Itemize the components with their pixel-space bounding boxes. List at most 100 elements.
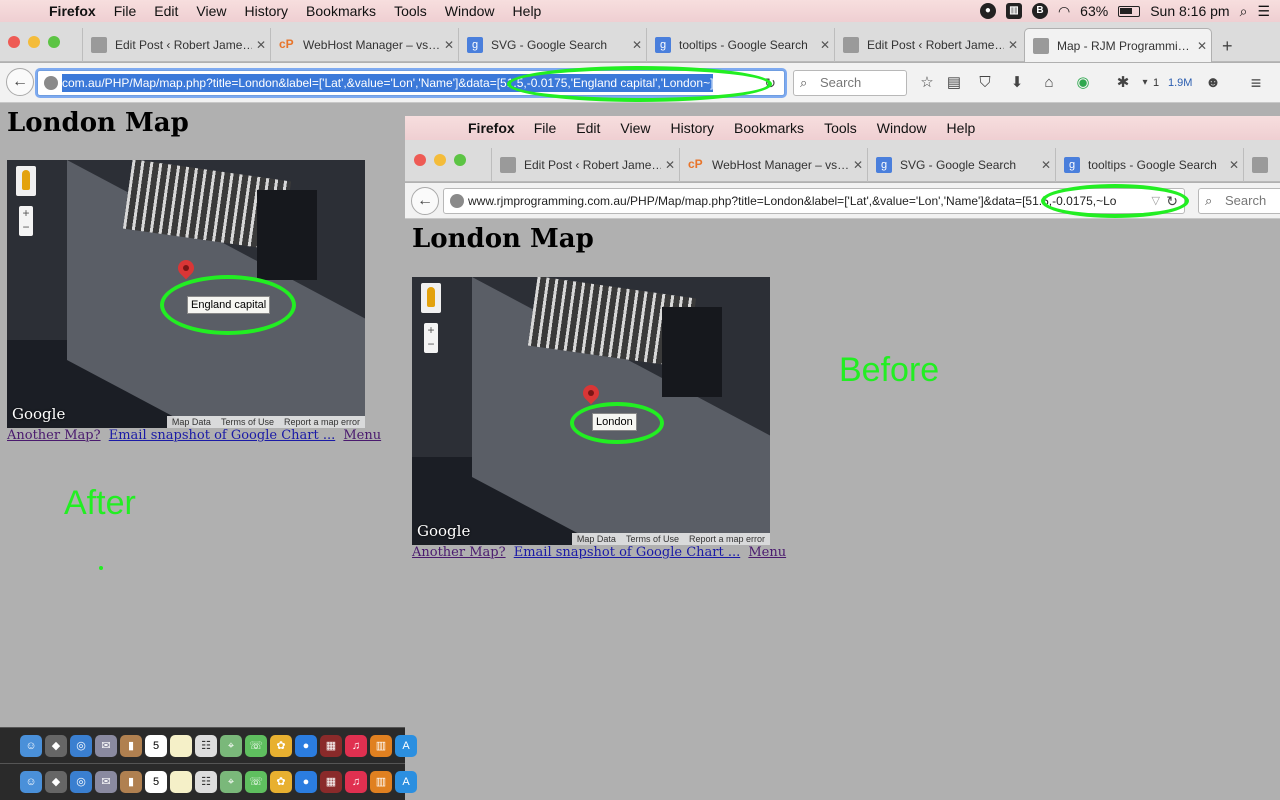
google-logo[interactable]: Google xyxy=(417,522,470,540)
menu-edit[interactable]: Edit xyxy=(145,3,187,19)
app-store-icon[interactable]: A xyxy=(395,771,417,793)
menu-firefox[interactable]: Firefox xyxy=(459,120,524,136)
finder-icon[interactable]: ☺ xyxy=(20,771,42,793)
safari-icon[interactable]: ◎ xyxy=(70,734,92,757)
menu-view[interactable]: View xyxy=(187,3,235,19)
tab-svg-search[interactable]: g SVG - Google Search ✕ xyxy=(458,28,646,62)
chat-icon[interactable]: ☻ xyxy=(1203,73,1223,93)
zoom-window-button[interactable] xyxy=(454,154,466,166)
ibooks-icon[interactable]: ▥ xyxy=(370,771,392,793)
site-info-icon[interactable] xyxy=(44,75,58,90)
email-snapshot-link[interactable]: Email snapshot of Google Chart ... xyxy=(109,428,336,443)
tab-svg-search[interactable]: g SVG - Google Search ✕ xyxy=(867,148,1055,182)
download-icon[interactable]: ⬇ xyxy=(1007,73,1027,93)
back-button[interactable]: ← xyxy=(411,187,439,215)
photos-icon[interactable]: ✿ xyxy=(270,734,292,757)
tab-edit-post-2[interactable]: Edit Post ‹ Robert Jame… ✕ xyxy=(834,28,1022,62)
another-map-link[interactable]: Another Map? xyxy=(7,428,101,443)
contacts-icon[interactable]: ▮ xyxy=(120,734,142,757)
close-window-button[interactable] xyxy=(8,36,20,48)
tab-tooltips-search[interactable]: g tooltips - Google Search ✕ xyxy=(1055,148,1243,182)
zoom-control[interactable]: + − xyxy=(19,206,33,236)
map-data-link[interactable]: Map Data xyxy=(577,534,616,544)
dropdown-icon[interactable]: ▾ xyxy=(1135,73,1155,93)
street-view-pegman-icon[interactable] xyxy=(421,283,441,313)
menu-edit[interactable]: Edit xyxy=(566,120,610,136)
menu-window[interactable]: Window xyxy=(867,120,937,136)
close-tab-icon[interactable]: ✕ xyxy=(816,38,834,52)
terms-of-use-link[interactable]: Terms of Use xyxy=(221,417,274,427)
menu-file[interactable]: File xyxy=(105,3,146,19)
menu-history[interactable]: History xyxy=(235,3,297,19)
close-tab-icon[interactable]: ✕ xyxy=(628,38,646,52)
menu-help[interactable]: Help xyxy=(504,3,551,19)
hamburger-menu-icon[interactable]: ≡ xyxy=(1246,73,1266,93)
close-tab-icon[interactable]: ✕ xyxy=(1193,39,1211,53)
facetime-icon[interactable]: ● xyxy=(295,771,317,793)
app-store-icon[interactable]: A xyxy=(395,734,417,757)
calendar-icon[interactable]: 5 xyxy=(145,771,167,793)
report-map-error-link[interactable]: Report a map error xyxy=(284,417,360,427)
close-tab-icon[interactable]: ✕ xyxy=(1037,158,1055,172)
another-map-link[interactable]: Another Map? xyxy=(412,545,506,560)
tab-partial[interactable] xyxy=(1243,148,1280,182)
tab-edit-post[interactable]: Edit Post ‹ Robert Jame… ✕ xyxy=(491,148,679,182)
notes-icon[interactable] xyxy=(170,771,192,793)
itunes-icon[interactable]: ♫ xyxy=(345,771,367,793)
status-icon-3[interactable]: B xyxy=(1031,3,1048,19)
reading-list-icon[interactable]: ▤ xyxy=(944,73,964,93)
notes-icon[interactable] xyxy=(170,734,192,757)
pocket-icon[interactable]: ⛉ xyxy=(975,73,995,93)
extension-icon[interactable]: ◉ xyxy=(1073,73,1093,93)
search-input[interactable]: ⌕ Search xyxy=(793,70,907,96)
menu-tools[interactable]: Tools xyxy=(385,3,436,19)
menu-link[interactable]: Menu xyxy=(343,428,381,443)
close-tab-icon[interactable]: ✕ xyxy=(440,38,458,52)
itunes-icon[interactable]: ♫ xyxy=(345,734,367,757)
menu-help[interactable]: Help xyxy=(937,120,986,136)
menu-tools[interactable]: Tools xyxy=(814,120,867,136)
minimize-window-button[interactable] xyxy=(434,154,446,166)
google-logo[interactable]: Google xyxy=(12,405,65,423)
zoom-control[interactable]: + − xyxy=(424,323,438,353)
status-icon-1[interactable]: ● xyxy=(979,3,996,19)
minimize-window-button[interactable] xyxy=(28,36,40,48)
maps-icon[interactable]: ⌖ xyxy=(220,771,242,793)
close-tab-icon[interactable]: ✕ xyxy=(1225,158,1243,172)
site-info-icon[interactable] xyxy=(450,193,464,208)
maps-icon[interactable]: ⌖ xyxy=(220,734,242,757)
menu-view[interactable]: View xyxy=(610,120,660,136)
reminders-icon[interactable]: ☷ xyxy=(195,734,217,757)
menu-bookmarks[interactable]: Bookmarks xyxy=(297,3,385,19)
tab-map-active[interactable]: Map - RJM Programmi… ✕ xyxy=(1024,28,1212,62)
menu-history[interactable]: History xyxy=(660,120,724,136)
clock[interactable]: Sun 8:16 pm xyxy=(1150,3,1229,19)
email-snapshot-link[interactable]: Email snapshot of Google Chart ... xyxy=(514,545,741,560)
close-tab-icon[interactable]: ✕ xyxy=(1004,38,1022,52)
notification-center-icon[interactable]: ☰ xyxy=(1257,3,1270,20)
new-tab-button[interactable]: + xyxy=(1222,36,1233,57)
tab-webhost-manager[interactable]: cP WebHost Manager – vs… ✕ xyxy=(270,28,458,62)
search-input[interactable]: ⌕ Search xyxy=(1198,188,1280,214)
map-data-link[interactable]: Map Data xyxy=(172,417,211,427)
report-map-error-link[interactable]: Report a map error xyxy=(689,534,765,544)
menu-firefox[interactable]: Firefox xyxy=(40,3,105,19)
battery-icon[interactable] xyxy=(1118,5,1141,17)
close-tab-icon[interactable]: ✕ xyxy=(661,158,679,172)
bookmark-star-icon[interactable]: ☆ xyxy=(917,73,937,93)
ibooks-icon[interactable]: ▥ xyxy=(370,734,392,757)
safari-icon[interactable]: ◎ xyxy=(70,771,92,793)
facetime-icon[interactable]: ● xyxy=(295,734,317,757)
terms-of-use-link[interactable]: Terms of Use xyxy=(626,534,679,544)
photo-booth-icon[interactable]: ▦ xyxy=(320,771,342,793)
menu-bookmarks[interactable]: Bookmarks xyxy=(724,120,814,136)
reminders-icon[interactable]: ☷ xyxy=(195,771,217,793)
street-view-pegman-icon[interactable] xyxy=(16,166,36,196)
mail-icon[interactable]: ✉ xyxy=(95,771,117,793)
photo-booth-icon[interactable]: ▦ xyxy=(320,734,342,757)
calendar-icon[interactable]: 5 xyxy=(145,734,167,757)
devtools-icon[interactable]: ✱ xyxy=(1113,73,1133,93)
tab-webhost-manager[interactable]: cP WebHost Manager – vs… ✕ xyxy=(679,148,867,182)
status-icon-2[interactable]: ▥ xyxy=(1005,3,1022,19)
menu-file[interactable]: File xyxy=(524,120,567,136)
